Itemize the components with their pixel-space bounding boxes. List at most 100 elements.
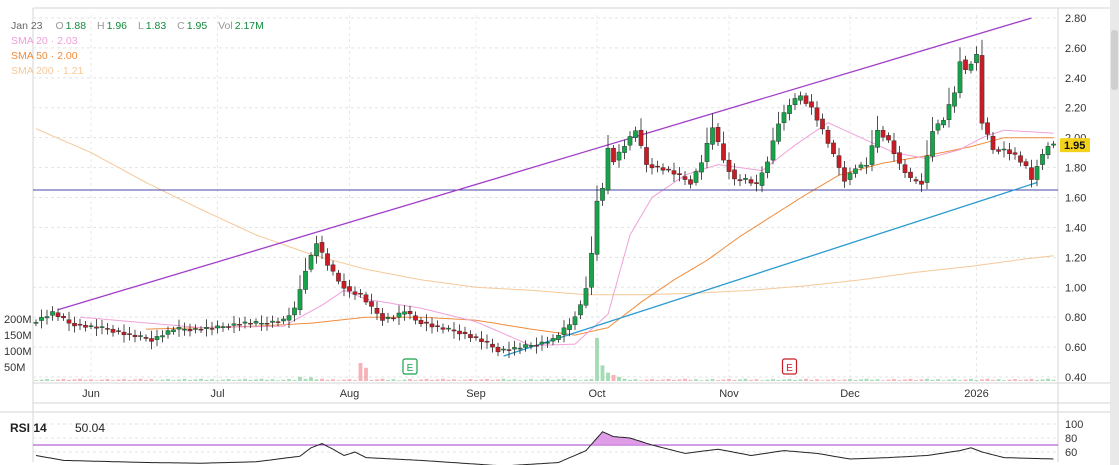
candle-body [44,316,50,319]
volume-bar [892,379,896,381]
volume-bar [655,380,660,381]
y-tick-label: 2.20 [1065,103,1086,115]
candle-body [242,321,248,324]
volume-bar [380,378,385,381]
volume-bar [699,380,704,381]
candle-body [594,200,600,255]
volume-bar [859,379,863,381]
candle-body [776,123,781,142]
low-label: L [137,20,144,32]
close-label: C [177,20,185,32]
scrollbar[interactable] [1110,0,1119,465]
volume-bar [980,379,984,381]
candle-body [963,59,968,70]
volume-bar [188,379,192,381]
volume-bar [265,379,269,381]
candle-body [842,167,847,182]
volume-bar [215,380,220,381]
candle-body [726,159,732,172]
high-label: H [96,20,105,32]
ohlc-row: Jan 23 O 1.88 H 1.96 L 1.83 C 1.95 Vol 2.17M [11,19,272,34]
candle-body [248,322,253,325]
volume-bar [100,379,104,381]
y-tick-label: 0.80 [1065,312,1086,324]
candle-body [281,318,286,322]
volume-bar [149,379,154,381]
volume-bar [144,379,148,381]
candle-body [94,326,99,329]
legend-sma200[interactable]: SMA 200 · 1.21 [11,64,272,79]
rsi-tick-label: 100 [1065,419,1083,431]
legend-sma50[interactable]: SMA 50 · 2.00 [11,49,272,64]
candle-body [787,105,792,114]
volume-bar [507,379,511,381]
candle-body [528,345,534,347]
candle-body [215,325,220,329]
volume-bar [677,379,682,381]
volume-bar [496,379,500,381]
candle-body [116,330,121,332]
candle-body [160,335,165,338]
candle-body [83,324,88,328]
candle-body [121,331,127,336]
volume-bar [716,380,720,381]
candle-body [550,338,556,342]
candle-body [149,338,154,342]
volume-bar [512,379,517,381]
candle-body [308,255,314,270]
candle-body [61,315,66,319]
candle-body [908,171,913,178]
ohlc-legend: Jan 23 O 1.88 H 1.96 L 1.83 C 1.95 Vol 2.17M … [11,19,272,79]
candle-body [611,147,616,163]
scrollbar-thumb[interactable] [1111,30,1118,90]
candle-body [396,312,402,318]
candle-body [55,312,61,317]
volume-bar [408,379,412,381]
volume-bar [45,379,49,381]
candle-body [473,336,479,338]
volume-bar [738,379,742,381]
volume-bar [292,380,297,381]
candle-body [352,291,358,295]
volume-bar [1035,379,1039,381]
volume-bar [991,379,995,381]
y-tick-label: 0.60 [1065,342,1086,354]
candle-body [127,333,132,335]
volume-bar [848,378,852,381]
x-tick-label: Oct [588,388,605,400]
candle-body [413,315,418,321]
volume-bar [226,379,231,381]
volume-bar [320,378,324,381]
candle-body [270,320,275,323]
candle-body [303,270,308,290]
legend-low: 1.83 [145,20,167,32]
candle-body [1001,148,1007,151]
rsi-value: 50.04 [75,421,106,435]
volume-bar [545,378,550,381]
candle-body [743,178,748,180]
candle-body [1045,146,1051,156]
candle-body [644,147,649,165]
candle-body [913,179,919,182]
candle-body [666,168,671,171]
candle-body [781,112,787,123]
x-tick-label: Dec [840,388,860,400]
candle-body [627,136,633,146]
legend-sma20[interactable]: SMA 20 · 2.03 [11,34,272,49]
volume-bar [61,378,66,381]
candle-body [638,129,644,146]
candle-body [187,328,193,332]
candle-body [831,142,836,155]
volume-bar [166,379,170,381]
volume-bar [1002,380,1006,381]
y-tick-label: 2.40 [1065,73,1086,85]
volume-bar [815,379,819,381]
y-tick-label: 2.80 [1065,13,1086,25]
volume-bar [298,376,302,381]
volume-bar [925,378,929,381]
candle-body [847,172,853,180]
volume-bar [562,378,566,381]
volume-bar [193,379,198,381]
volume-bar [947,379,951,381]
candle-body [759,172,765,186]
